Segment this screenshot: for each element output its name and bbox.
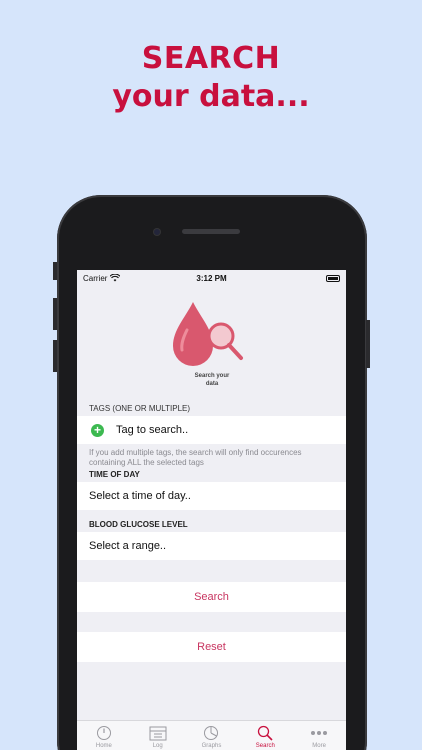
tab-search[interactable]: Search: [238, 721, 292, 750]
tags-note: If you add multiple tags, the search wil…: [89, 448, 302, 467]
blood-drop-search-icon: [173, 302, 243, 366]
tag-search-field[interactable]: + Tag to search..: [77, 416, 346, 444]
battery-icon: [326, 274, 340, 282]
app-logo: Search your data: [77, 286, 346, 387]
camera-icon: [153, 228, 161, 236]
status-bar: Carrier 3:12 PM: [77, 270, 346, 286]
logo-caption: Search your data: [194, 373, 230, 387]
tab-home[interactable]: Home: [77, 721, 131, 750]
time-of-day-header: TIME OF DAY: [89, 470, 140, 479]
tab-label-more: More: [312, 743, 326, 749]
blood-glucose-value: Select a range..: [89, 540, 167, 552]
status-time: 3:12 PM: [196, 274, 227, 283]
tab-bar: Home Log Graphs Search More: [77, 720, 346, 750]
promo-headline: SEARCH your data...: [0, 40, 422, 116]
search-icon: [257, 724, 273, 742]
tags-header: TAGS (ONE OR MULTIPLE): [89, 404, 191, 413]
tab-label-search: Search: [255, 743, 275, 749]
tab-label-home: Home: [95, 743, 112, 749]
calendar-icon: [149, 724, 167, 742]
gauge-icon: [96, 724, 112, 742]
blood-glucose-header: BLOOD GLUCOSE LEVEL: [89, 520, 188, 529]
search-button[interactable]: Search: [77, 582, 346, 612]
blood-glucose-selector[interactable]: Select a range..: [77, 532, 346, 560]
tab-label-graphs: Graphs: [201, 743, 222, 749]
tab-graphs[interactable]: Graphs: [185, 721, 239, 750]
headline-line-2: your data...: [112, 79, 310, 114]
speaker-grille: [182, 229, 240, 234]
tab-log[interactable]: Log: [131, 721, 185, 750]
tab-more[interactable]: More: [292, 721, 346, 750]
reset-button[interactable]: Reset: [77, 632, 346, 662]
headline-line-1: SEARCH: [141, 41, 281, 76]
app-screen: Carrier 3:12 PM Search your data TAGS (O…: [77, 270, 346, 750]
add-tag-icon[interactable]: +: [91, 423, 104, 437]
ellipsis-icon: [310, 724, 328, 742]
time-of-day-value: Select a time of day..: [89, 490, 191, 502]
tag-placeholder: Tag to search..: [116, 424, 189, 436]
pie-chart-icon: [203, 724, 219, 742]
time-of-day-selector[interactable]: Select a time of day..: [77, 482, 346, 510]
tab-label-log: Log: [152, 743, 163, 749]
